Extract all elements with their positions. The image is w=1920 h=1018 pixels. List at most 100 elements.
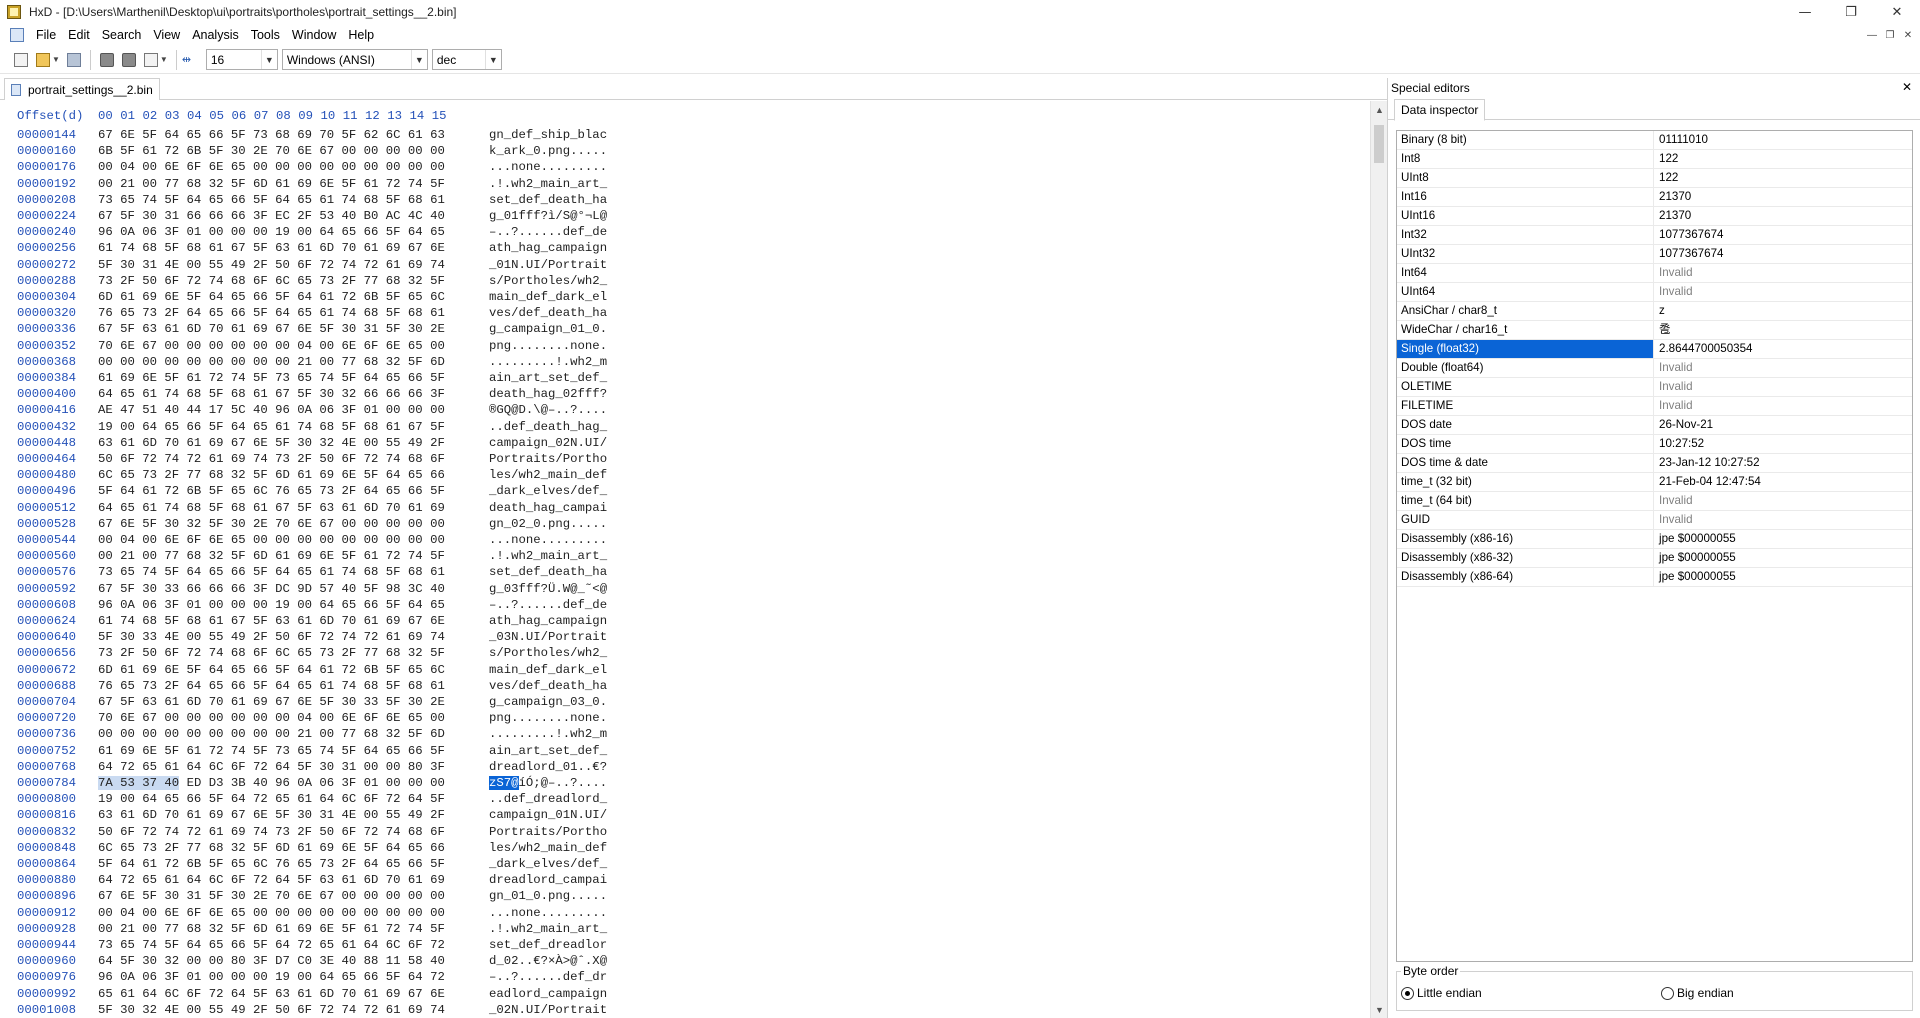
hex-bytes[interactable]: 50 6F 72 74 72 61 69 74 73 2F 50 6F 72 7… — [98, 825, 445, 839]
close-panel-icon[interactable]: ✕ — [1902, 80, 1912, 94]
mdi-restore-icon[interactable]: ❐ — [1882, 27, 1898, 43]
ascii-text[interactable]: death_hag_02fff? — [489, 387, 607, 401]
hex-bytes[interactable]: 76 65 73 2F 64 65 66 5F 64 65 61 74 68 5… — [98, 679, 445, 693]
inspector-type-label[interactable]: DOS time & date — [1397, 454, 1653, 472]
inspector-row[interactable]: UInt16 21370 — [1397, 207, 1912, 226]
hex-bytes[interactable]: 5F 30 32 4E 00 55 49 2F 50 6F 72 74 72 6… — [98, 1003, 445, 1017]
hex-bytes[interactable]: 67 6E 5F 64 65 66 5F 73 68 69 70 5F 62 6… — [98, 128, 445, 142]
open-ram-button[interactable] — [118, 49, 140, 71]
vertical-scrollbar[interactable]: ▲ ▼ — [1370, 101, 1387, 1018]
hex-bytes[interactable]: 00 00 00 00 00 00 00 00 00 21 00 77 68 3… — [98, 355, 445, 369]
mdi-close-icon[interactable]: ✕ — [1900, 27, 1916, 43]
inspector-type-label[interactable]: DOS date — [1397, 416, 1653, 434]
ascii-text[interactable]: dreadlord_01..€? — [489, 760, 607, 774]
inspector-row[interactable]: FILETIME Invalid — [1397, 397, 1912, 416]
hex-bytes[interactable]: 61 74 68 5F 68 61 67 5F 63 61 6D 70 61 6… — [98, 241, 445, 255]
inspector-value[interactable]: 1077367674 — [1653, 245, 1912, 263]
hex-bytes[interactable]: 96 0A 06 3F 01 00 00 00 19 00 64 65 66 5… — [98, 598, 445, 612]
hex-bytes[interactable]: 63 61 6D 70 61 69 67 6E 5F 30 32 4E 00 5… — [98, 436, 445, 450]
offset-base-select[interactable]: dec ▼ — [431, 49, 502, 70]
inspector-type-label[interactable]: FILETIME — [1397, 397, 1653, 415]
inspector-row[interactable]: time_t (64 bit) Invalid — [1397, 492, 1912, 511]
hex-bytes-rest[interactable]: ED D3 3B 40 96 0A 06 3F 01 00 00 00 — [179, 776, 445, 790]
inspector-row[interactable]: AnsiChar / char8_t z — [1397, 302, 1912, 321]
hex-bytes[interactable]: 73 65 74 5F 64 65 66 5F 64 65 61 74 68 5… — [98, 565, 445, 579]
ascii-text[interactable]: g_03fff?Ü.W@_˜<@ — [489, 582, 607, 596]
hex-bytes[interactable]: 5F 30 33 4E 00 55 49 2F 50 6F 72 74 72 6… — [98, 630, 445, 644]
ascii-text[interactable]: .!.wh2_main_art_ — [489, 922, 607, 936]
disk-image-dropdown-icon[interactable]: ▼ — [160, 55, 168, 64]
inspector-type-label[interactable]: Disassembly (x86-64) — [1397, 568, 1653, 586]
hex-bytes[interactable]: 61 74 68 5F 68 61 67 5F 63 61 6D 70 61 6… — [98, 614, 445, 628]
hex-bytes[interactable]: 19 00 64 65 66 5F 64 65 61 74 68 5F 68 6… — [98, 420, 445, 434]
hex-bytes[interactable]: 67 6E 5F 30 32 5F 30 2E 70 6E 67 00 00 0… — [98, 517, 445, 531]
inspector-type-label[interactable]: Double (float64) — [1397, 359, 1653, 377]
ascii-text[interactable]: campaign_02N.UI/ — [489, 436, 607, 450]
hex-bytes[interactable]: 64 5F 30 32 00 00 80 3F D7 C0 3E 40 88 1… — [98, 954, 445, 968]
hex-bytes[interactable]: 00 04 00 6E 6F 6E 65 00 00 00 00 00 00 0… — [98, 533, 445, 547]
inspector-row[interactable]: Double (float64) Invalid — [1397, 359, 1912, 378]
hex-bytes[interactable]: 00 04 00 6E 6F 6E 65 00 00 00 00 00 00 0… — [98, 160, 445, 174]
inspector-value[interactable]: Invalid — [1653, 378, 1912, 396]
menu-edit[interactable]: Edit — [62, 28, 96, 42]
inspector-value[interactable]: 1077367674 — [1653, 226, 1912, 244]
chevron-down-icon[interactable]: ▼ — [410, 50, 427, 69]
ascii-text[interactable]: ain_art_set_def_ — [489, 371, 607, 385]
inspector-type-label[interactable]: WideChar / char16_t — [1397, 321, 1653, 339]
inspector-value[interactable]: Invalid — [1653, 359, 1912, 377]
inspector-row[interactable]: DOS time 10:27:52 — [1397, 435, 1912, 454]
inspector-value[interactable]: 01111010 — [1653, 131, 1912, 149]
hex-bytes[interactable]: 73 2F 50 6F 72 74 68 6F 6C 65 73 2F 77 6… — [98, 274, 445, 288]
ascii-text[interactable]: _dark_elves/def_ — [489, 484, 607, 498]
ascii-text[interactable]: –..?......def_de — [489, 598, 607, 612]
ascii-text[interactable]: campaign_01N.UI/ — [489, 808, 607, 822]
menu-tools[interactable]: Tools — [245, 28, 286, 42]
hex-bytes[interactable]: 64 72 65 61 64 6C 6F 72 64 5F 30 31 00 0… — [98, 760, 445, 774]
ascii-text[interactable]: gn_01_0.png..... — [489, 889, 607, 903]
ascii-text[interactable]: Portraits/Portho — [489, 452, 607, 466]
inspector-type-label[interactable]: time_t (64 bit) — [1397, 492, 1653, 510]
inspector-value[interactable]: 21370 — [1653, 188, 1912, 206]
close-window-button[interactable]: ✕ — [1874, 0, 1920, 24]
ascii-text[interactable]: set_def_death_ha — [489, 193, 607, 207]
minimize-button[interactable]: — — [1782, 0, 1828, 24]
new-file-button[interactable] — [10, 49, 32, 71]
big-endian-radio[interactable]: Big endian — [1661, 986, 1734, 1000]
inspector-row[interactable]: Int8 122 — [1397, 150, 1912, 169]
menu-help[interactable]: Help — [342, 28, 380, 42]
inspector-type-label[interactable]: Int16 — [1397, 188, 1653, 206]
inspector-type-label[interactable]: GUID — [1397, 511, 1653, 529]
ascii-text[interactable]: ath_hag_campaign — [489, 241, 607, 255]
bytes-per-row-select[interactable]: 16 ▼ — [205, 49, 278, 70]
hex-bytes[interactable]: 00 21 00 77 68 32 5F 6D 61 69 6E 5F 61 7… — [98, 922, 445, 936]
inspector-value[interactable]: 21370 — [1653, 207, 1912, 225]
inspector-value[interactable]: z — [1653, 302, 1912, 320]
ascii-text[interactable]: _03N.UI/Portrait — [489, 630, 607, 644]
inspector-value[interactable]: 21-Feb-04 12:47:54 — [1653, 473, 1912, 491]
ascii-text[interactable]: _01N.UI/Portrait — [489, 258, 607, 272]
hex-bytes[interactable]: 00 21 00 77 68 32 5F 6D 61 69 6E 5F 61 7… — [98, 549, 445, 563]
ascii-text[interactable]: ..def_death_hag_ — [489, 420, 607, 434]
hex-bytes[interactable]: 67 5F 63 61 6D 70 61 69 67 6E 5F 30 33 5… — [98, 695, 445, 709]
selected-bytes[interactable]: 7A 53 37 40 — [98, 776, 180, 790]
ascii-text[interactable]: ves/def_death_ha — [489, 306, 607, 320]
inspector-value[interactable]: 26-Nov-21 — [1653, 416, 1912, 434]
ascii-text[interactable]: ®GQ@D.\@–..?.... — [489, 403, 607, 417]
inspector-value[interactable]: Invalid — [1653, 264, 1912, 282]
hex-bytes[interactable]: 70 6E 67 00 00 00 00 00 00 04 00 6E 6F 6… — [98, 711, 445, 725]
inspector-row[interactable]: time_t (32 bit) 21-Feb-04 12:47:54 — [1397, 473, 1912, 492]
ascii-text[interactable]: s/Portholes/wh2_ — [489, 274, 607, 288]
ascii-text[interactable]: zS7@íÓ;@–..?.... — [489, 776, 607, 790]
inspector-row[interactable]: Disassembly (x86-32) jpe $00000055 — [1397, 549, 1912, 568]
inspector-row[interactable]: Binary (8 bit) 01111010 — [1397, 131, 1912, 150]
ascii-text[interactable]: ain_art_set_def_ — [489, 744, 607, 758]
ascii-text[interactable]: g_campaign_03_0. — [489, 695, 607, 709]
inspector-row[interactable]: Disassembly (x86-64) jpe $00000055 — [1397, 568, 1912, 587]
hex-bytes[interactable]: 6D 61 69 6E 5F 64 65 66 5F 64 61 72 6B 5… — [98, 290, 445, 304]
ascii-text[interactable]: _02N.UI/Portrait — [489, 1003, 607, 1017]
tab-portrait-settings[interactable]: portrait_settings__2.bin — [4, 78, 160, 100]
ascii-text[interactable]: Portraits/Portho — [489, 825, 607, 839]
inspector-type-label[interactable]: AnsiChar / char8_t — [1397, 302, 1653, 320]
selected-ascii[interactable]: zS7@ — [489, 776, 519, 790]
document-system-icon[interactable] — [10, 28, 24, 42]
